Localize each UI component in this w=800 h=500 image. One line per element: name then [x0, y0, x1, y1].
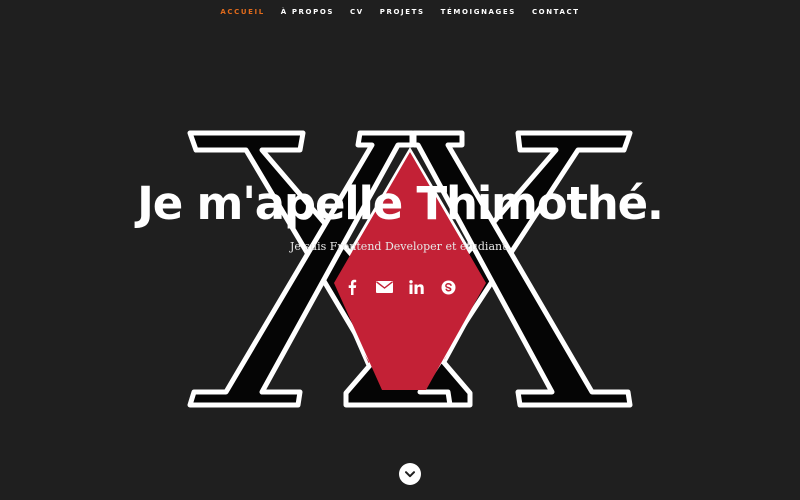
linkedin-link[interactable] [407, 278, 425, 296]
linkedin-icon [408, 280, 424, 294]
nav-item-temoignages[interactable]: TÉMOIGNAGES [441, 8, 516, 16]
nav-item-contact[interactable]: CONTACT [532, 8, 580, 16]
email-icon [375, 281, 393, 293]
scroll-down-button[interactable] [399, 463, 421, 485]
hero-subtitle: Je suis Frontend Developer et étudiant. [289, 240, 511, 253]
skype-link[interactable] [439, 278, 457, 296]
hero-title: Je m'apelle Thimothé. [137, 177, 664, 230]
main-nav: ACCUEIL À PROPOS CV PROJETS TÉMOIGNAGES … [0, 0, 800, 24]
chevron-down-icon [405, 470, 415, 477]
nav-item-cv[interactable]: CV [350, 8, 364, 16]
skype-icon [441, 280, 455, 294]
nav-item-a-propos[interactable]: À PROPOS [281, 8, 334, 16]
email-link[interactable] [375, 278, 393, 296]
facebook-link[interactable] [343, 278, 361, 296]
facebook-icon [348, 279, 357, 295]
nav-item-accueil[interactable]: ACCUEIL [220, 8, 264, 16]
social-links [0, 278, 800, 296]
nav-item-projets[interactable]: PROJETS [380, 8, 425, 16]
